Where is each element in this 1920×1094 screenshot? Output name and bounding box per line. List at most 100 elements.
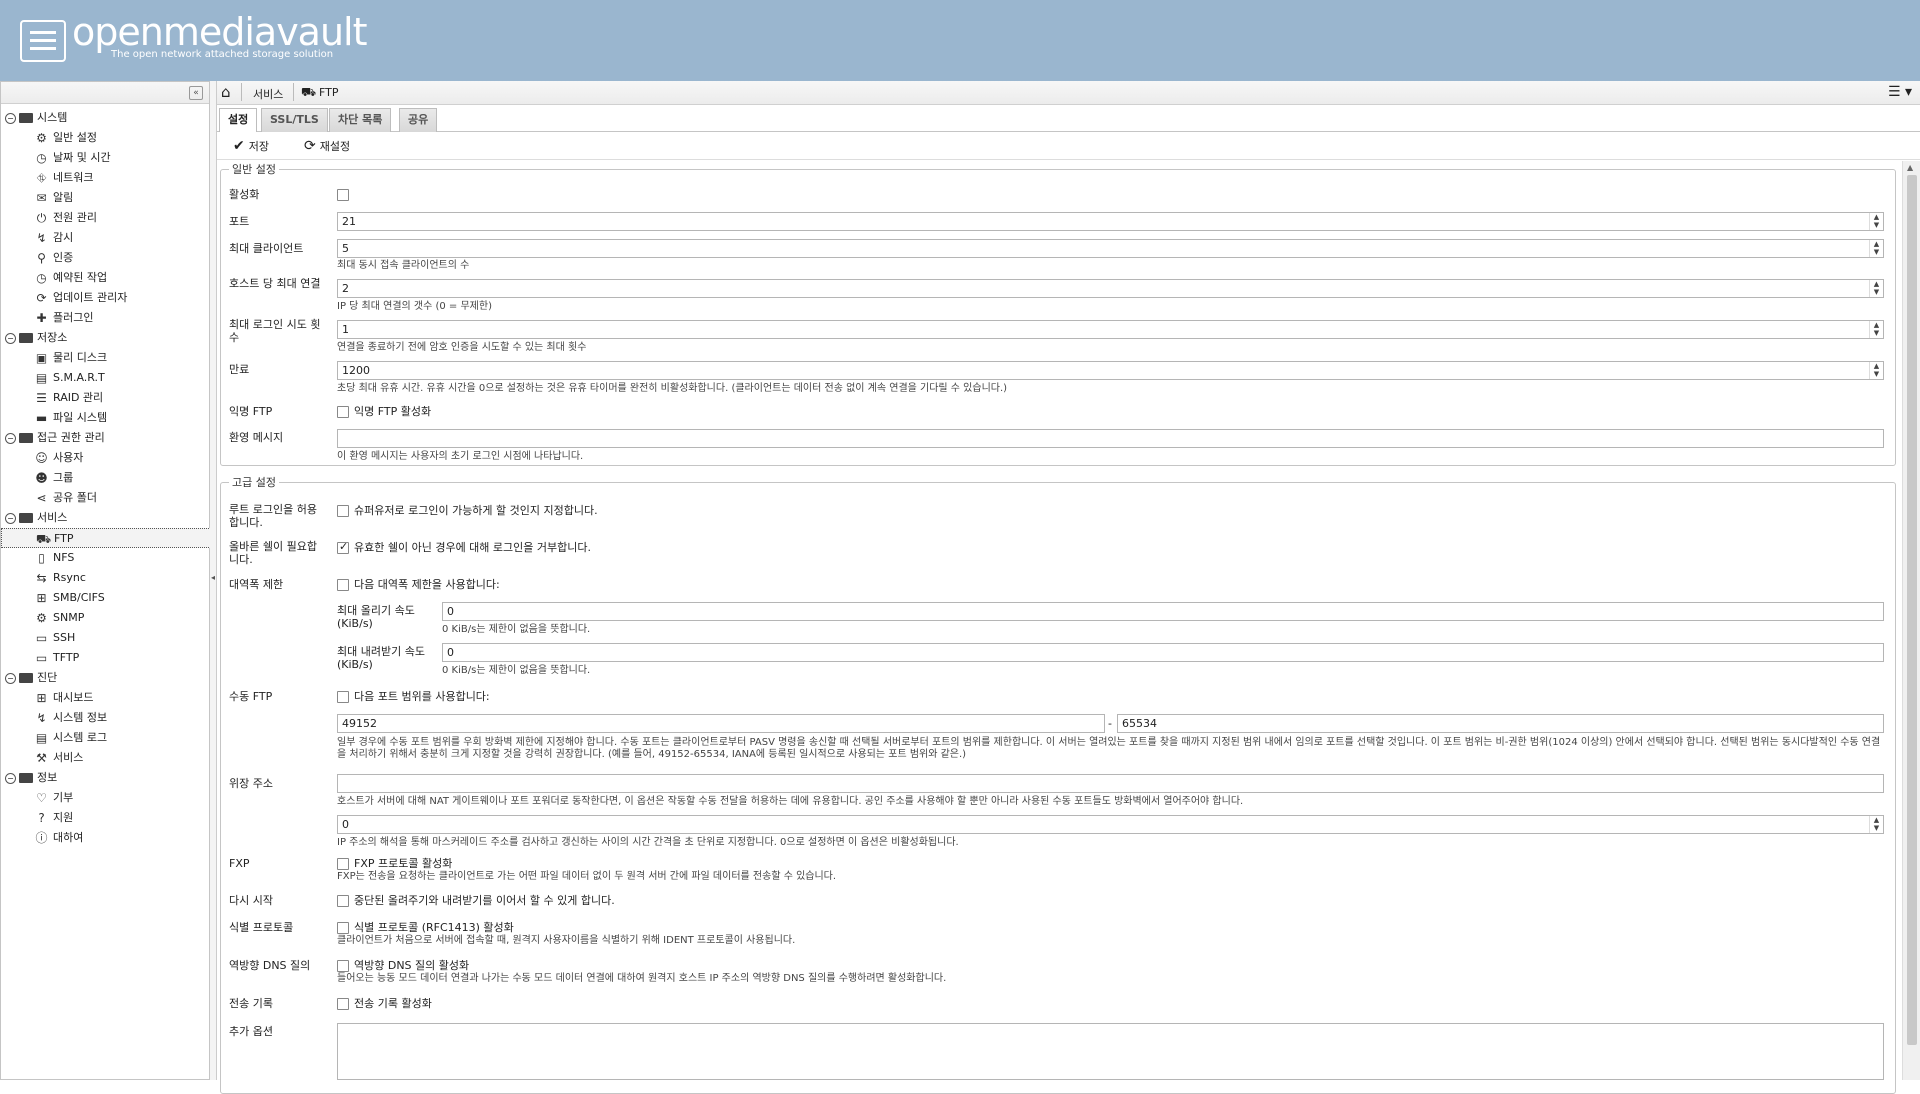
ftp-icon: ⛟ (301, 85, 317, 99)
nav-item[interactable]: ◷ 날짜 및 시간 (1, 148, 211, 168)
nav-item[interactable]: ⇆ Rsync (1, 568, 211, 588)
tab-ssl-tls[interactable]: SSL/TLS (261, 108, 328, 132)
collapse-sidebar-icon[interactable]: « (189, 86, 203, 100)
transfer-log-label: 전송 기록 (229, 997, 273, 1010)
nav-item[interactable]: ? 지원 (1, 808, 211, 828)
nav-item[interactable]: ◷ 예약된 작업 (1, 268, 211, 288)
tab-blocklist[interactable]: 차단 목록 (329, 108, 392, 132)
nav-item[interactable]: ▤ S.M.A.R.T (1, 368, 211, 388)
timeout-input[interactable]: 1200 ▲ ▼ (337, 361, 1884, 380)
max-per-host-input[interactable]: 2 ▲ ▼ (337, 279, 1884, 298)
nav-item[interactable]: ♡ 기부 (1, 788, 211, 808)
nav-item[interactable]: ▤ 시스템 로그 (1, 728, 211, 748)
max-per-host-spinner-icon[interactable]: ▲ ▼ (1869, 280, 1883, 297)
nav-item[interactable]: ⊞ 대시보드 (1, 688, 211, 708)
fxp-hint: FXP는 전송을 요청하는 클라이언트로 가는 어떤 파일 데이터 없이 두 원… (337, 871, 837, 882)
nav-item[interactable]: ▭ SSH (1, 628, 211, 648)
collapse-node-icon[interactable]: − (5, 513, 16, 524)
nav-item[interactable]: ▬ 파일 시스템 (1, 408, 211, 428)
masquerade-address-input[interactable] (337, 774, 1884, 793)
nav-item[interactable]: ⓘ 대하여 (1, 828, 211, 848)
nav-item[interactable]: ↯ 감시 (1, 228, 211, 248)
tab-settings[interactable]: 설정 (219, 108, 258, 132)
dynamic-masq-interval-input[interactable]: 0 ▲ ▼ (337, 815, 1884, 834)
timeout-spinner-icon[interactable]: ▲ ▼ (1869, 362, 1883, 379)
nav-item[interactable]: ⊞ SMB/CIFS (1, 588, 211, 608)
nav-category-services[interactable]: − 서비스 (1, 508, 211, 528)
max-clients-input[interactable]: 5 ▲ ▼ (337, 239, 1884, 258)
nav-item[interactable]: ☰ RAID 관리 (1, 388, 211, 408)
passive-ftp-checkbox[interactable] (337, 691, 349, 703)
max-login-label: 최대 로그인 시도 횟수 (229, 318, 321, 344)
nav-item[interactable]: ⚒ 서비스 (1, 748, 211, 768)
nav-item[interactable]: ✚ 플러그인 (1, 308, 211, 328)
nav-item[interactable]: ▭ TFTP (1, 648, 211, 668)
sidebar-splitter[interactable]: ◂ (210, 81, 217, 1080)
nav-item[interactable]: ↯ 시스템 정보 (1, 708, 211, 728)
breadcrumb-services[interactable]: 서비스 (253, 86, 283, 102)
nav-item-icon: ⛗ (36, 171, 47, 185)
nav-item[interactable]: ⛟ FTP (1, 528, 211, 548)
reverse-dns-label: 역방향 DNS 질의 (229, 959, 311, 972)
collapse-node-icon[interactable]: − (5, 113, 16, 124)
bandwidth-limit-checkbox[interactable] (337, 579, 349, 591)
nav-item[interactable]: ☺ 사용자 (1, 448, 211, 468)
max-upload-rate-input[interactable]: 0 (442, 602, 1884, 621)
nav-item-label: 시스템 정보 (53, 711, 108, 724)
dynamic-masq-spinner-icon[interactable]: ▲ ▼ (1869, 816, 1883, 833)
collapse-node-icon[interactable]: − (5, 673, 16, 684)
extra-options-textarea[interactable] (337, 1023, 1884, 1080)
nav-category-access-rights[interactable]: − 접근 권한 관리 (1, 428, 211, 448)
navigation-tree: − 시스템 ⚙ 일반 설정 ◷ 날짜 및 시간 ⛗ 네트워크 ✉ 알림 ⏻ 전원 관리 ↯ 감시 ⚲ 인증 ◷ 예… (1, 108, 211, 848)
nav-item[interactable]: ✉ 알림 (1, 188, 211, 208)
collapse-node-icon[interactable]: − (5, 773, 16, 784)
nav-item-icon: ◷ (36, 271, 47, 285)
scroll-up-icon[interactable]: ▲ (1907, 163, 1913, 172)
nav-item[interactable]: ▯ NFS (1, 548, 211, 568)
splitter-arrow-icon[interactable]: ◂ (211, 573, 215, 582)
reverse-dns-checkbox[interactable] (337, 960, 349, 972)
passive-port-min-input[interactable]: 49152 (337, 714, 1105, 733)
app-logo-subtitle: The open network attached storage soluti… (111, 49, 334, 60)
passive-port-max-input[interactable]: 65534 (1117, 714, 1884, 733)
nav-category-system[interactable]: − 시스템 (1, 108, 211, 128)
nav-item[interactable]: ⏻ 전원 관리 (1, 208, 211, 228)
overflow-menu-icon[interactable]: ☰ ▾ (1888, 85, 1912, 99)
require-valid-shell-checkbox-label: 유효한 쉘이 아닌 경우에 대해 로그인을 거부합니다. (354, 541, 591, 554)
nav-item[interactable]: ⚙ 일반 설정 (1, 128, 211, 148)
port-spinner-icon[interactable]: ▲ ▼ (1869, 213, 1883, 230)
nav-category-information[interactable]: − 정보 (1, 768, 211, 788)
tab-shares[interactable]: 공유 (399, 108, 438, 132)
collapse-node-icon[interactable]: − (5, 333, 16, 344)
nav-item[interactable]: ⚲ 인증 (1, 248, 211, 268)
welcome-message-input[interactable] (337, 429, 1884, 448)
max-login-spinner-icon[interactable]: ▲ ▼ (1869, 321, 1883, 338)
require-valid-shell-checkbox[interactable] (337, 540, 349, 554)
nav-item[interactable]: ⛗ 네트워크 (1, 168, 211, 188)
nav-item[interactable]: ⟳ 업데이트 관리자 (1, 288, 211, 308)
resume-checkbox[interactable] (337, 895, 349, 907)
enable-checkbox[interactable] (337, 189, 349, 201)
save-button[interactable]: ✔ 저장 (233, 138, 269, 154)
fxp-checkbox[interactable] (337, 858, 349, 870)
nav-item[interactable]: ☻ 그룹 (1, 468, 211, 488)
root-login-checkbox[interactable] (337, 505, 349, 517)
max-clients-spinner-icon[interactable]: ▲ ▼ (1869, 240, 1883, 257)
content-scrollbar[interactable]: ▲ (1902, 161, 1920, 1080)
nav-item[interactable]: ⚙ SNMP (1, 608, 211, 628)
max-download-rate-input[interactable]: 0 (442, 643, 1884, 662)
home-icon[interactable]: ⌂ (221, 84, 231, 100)
transfer-log-checkbox[interactable] (337, 998, 349, 1010)
scrollbar-thumb[interactable] (1907, 175, 1917, 1045)
reset-button[interactable]: ⟳ 재설정 (304, 138, 350, 154)
menu-icon[interactable] (20, 20, 66, 62)
port-input[interactable]: 21 ▲ ▼ (337, 212, 1884, 231)
anonymous-ftp-checkbox[interactable] (337, 406, 349, 418)
nav-category-diagnostics[interactable]: − 진단 (1, 668, 211, 688)
nav-category-storage[interactable]: − 저장소 (1, 328, 211, 348)
max-login-input[interactable]: 1 ▲ ▼ (337, 320, 1884, 339)
nav-item[interactable]: ▣ 물리 디스크 (1, 348, 211, 368)
collapse-node-icon[interactable]: − (5, 433, 16, 444)
nav-item[interactable]: ⋖ 공유 폴더 (1, 488, 211, 508)
ident-protocol-checkbox[interactable] (337, 922, 349, 934)
